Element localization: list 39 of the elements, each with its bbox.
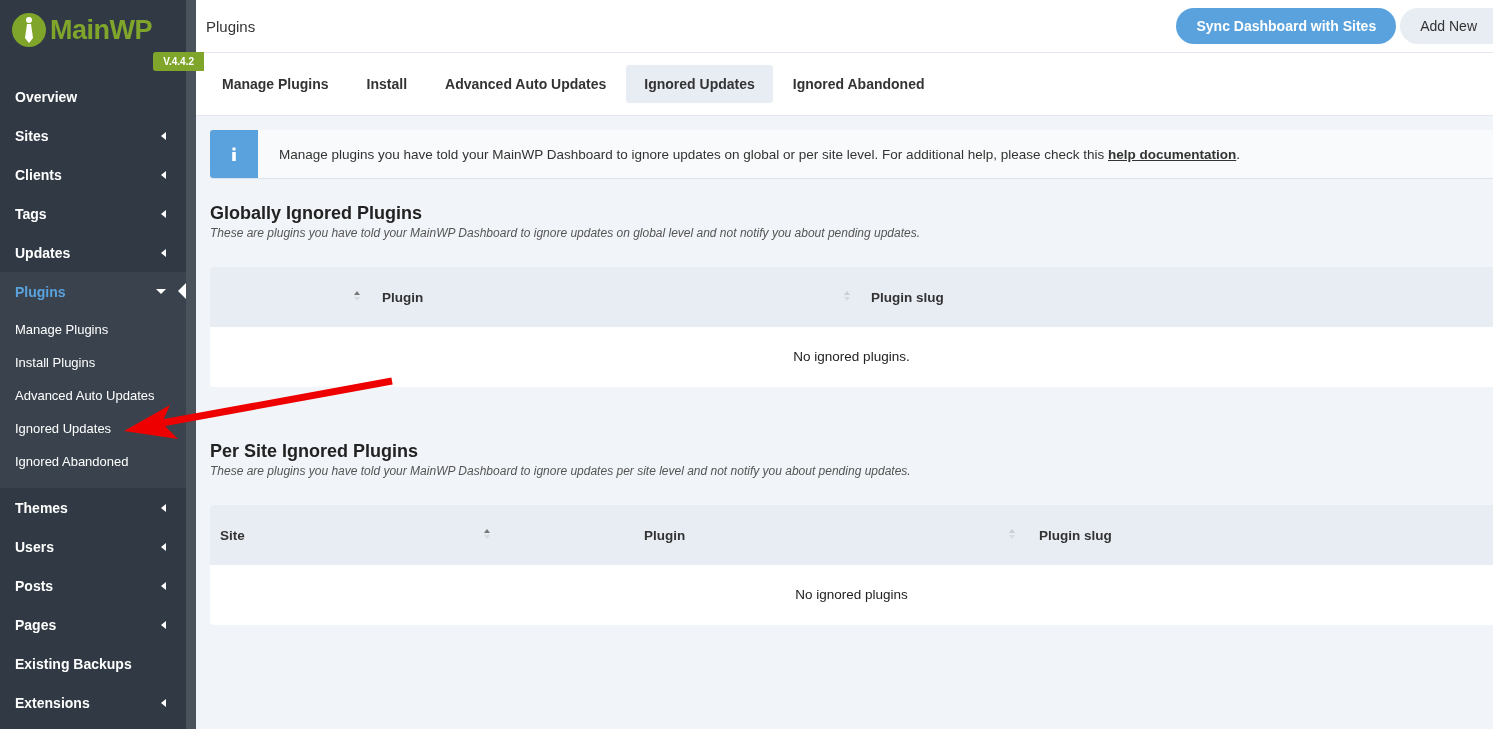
empty-message: No ignored plugins <box>794 586 909 604</box>
submenu-item[interactable]: Ignored Abandoned <box>0 445 186 478</box>
submenu-item[interactable]: Manage Plugins <box>0 313 186 346</box>
column-header[interactable]: Plugin <box>500 505 1025 565</box>
page-title: Plugins <box>206 17 256 35</box>
empty-message: No ignored plugins. <box>792 348 911 366</box>
submenu-item[interactable]: Ignored Updates <box>0 412 186 445</box>
nav-item[interactable]: Posts <box>0 566 186 605</box>
column-header[interactable]: Site <box>210 505 500 565</box>
nav-item[interactable]: Themes <box>0 488 186 527</box>
tab[interactable]: Manage Plugins <box>204 65 347 103</box>
tab[interactable]: Install <box>348 65 426 103</box>
nav-item[interactable]: Sites <box>0 116 186 155</box>
nav-item[interactable]: Overview <box>0 77 186 116</box>
column-header[interactable]: Plugin slug <box>860 267 944 327</box>
section-description: These are plugins you have told your MainWP Dashboard to ignore updates per site level and not notify you about pending updates. <box>210 464 912 478</box>
tab[interactable]: Advanced Auto Updates <box>427 65 625 103</box>
nav-item[interactable]: Extensions <box>0 683 186 722</box>
nav-item[interactable]: Existing Backups <box>0 644 186 683</box>
nav-item[interactable]: Users <box>0 527 186 566</box>
column-header[interactable]: Plugin slug <box>1025 505 1112 565</box>
tab[interactable]: Ignored Abandoned <box>774 65 943 103</box>
nav-item[interactable]: Tags <box>0 194 186 233</box>
version-badge: V.4.4.2 <box>153 52 204 71</box>
submenu-item[interactable]: Advanced Auto Updates <box>0 379 186 412</box>
logo-text: MainWP <box>50 14 152 46</box>
nav-item[interactable]: Clients <box>0 155 186 194</box>
nav-item[interactable]: Updates <box>0 233 186 272</box>
submenu-item[interactable]: Install Plugins <box>0 346 186 379</box>
nav-item[interactable]: Pages <box>0 605 186 644</box>
tab[interactable]: Ignored Updates <box>626 65 773 103</box>
nav-item[interactable]: Plugins <box>0 272 186 311</box>
column-header[interactable]: Plugin <box>370 267 860 327</box>
notice-text: Manage plugins you have told your MainWP Dashboard to ignore updates on global or per site level. For additional help, please check this help documentation. <box>279 146 1240 162</box>
logo-icon <box>12 13 46 47</box>
section-title: Per Site Ignored Plugins <box>210 441 420 462</box>
section-description: These are plugins you have told your MainWP Dashboard to ignore updates on global level and not notify you about pending updates. <box>210 226 922 240</box>
add-new-button[interactable]: Add New <box>1400 8 1493 44</box>
section-title: Globally Ignored Plugins <box>210 203 424 224</box>
